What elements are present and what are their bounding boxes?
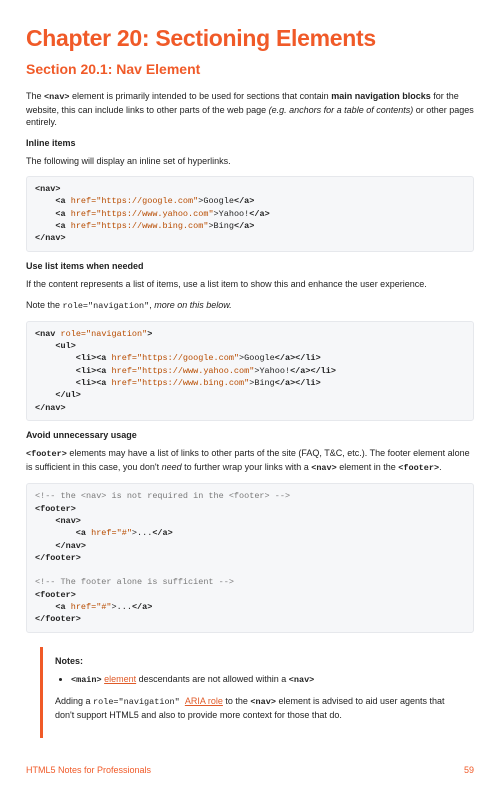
avoid-heading: Avoid unnecessary usage (26, 429, 474, 442)
list-items-desc: If the content represents a list of item… (26, 278, 474, 291)
code-block-footer: <!-- the <nav> is not required in the <f… (26, 483, 474, 632)
avoid-paragraph: <footer> elements may have a list of lin… (26, 447, 474, 475)
aria-role-link[interactable]: ARIA role (185, 696, 223, 706)
notes-paragraph: Adding a role="navigation" ARIA role to … (55, 695, 450, 721)
notes-box: Notes: <main> element descendants are no… (40, 647, 460, 738)
section-title: Section 20.1: Nav Element (26, 60, 474, 80)
notes-title: Notes: (55, 655, 450, 668)
note-role: Note the role="navigation", more on this… (26, 299, 474, 313)
chapter-title: Chapter 20: Sectioning Elements (26, 22, 474, 54)
intro-paragraph: The <nav> element is primarily intended … (26, 90, 474, 129)
inline-items-heading: Inline items (26, 137, 474, 150)
page-footer: HTML5 Notes for Professionals 59 (26, 764, 474, 777)
nav-code: <nav> (44, 92, 70, 102)
page-number: 59 (464, 764, 474, 777)
element-link[interactable]: element (104, 674, 136, 684)
code-block-list: <nav role="navigation"> <ul> <li><a href… (26, 321, 474, 421)
inline-items-desc: The following will display an inline set… (26, 155, 474, 168)
code-block-inline: <nav> <a href="https://google.com">Googl… (26, 176, 474, 252)
footer-left: HTML5 Notes for Professionals (26, 764, 151, 777)
list-items-heading: Use list items when needed (26, 260, 474, 273)
notes-bullet: <main> element descendants are not allow… (71, 673, 450, 687)
